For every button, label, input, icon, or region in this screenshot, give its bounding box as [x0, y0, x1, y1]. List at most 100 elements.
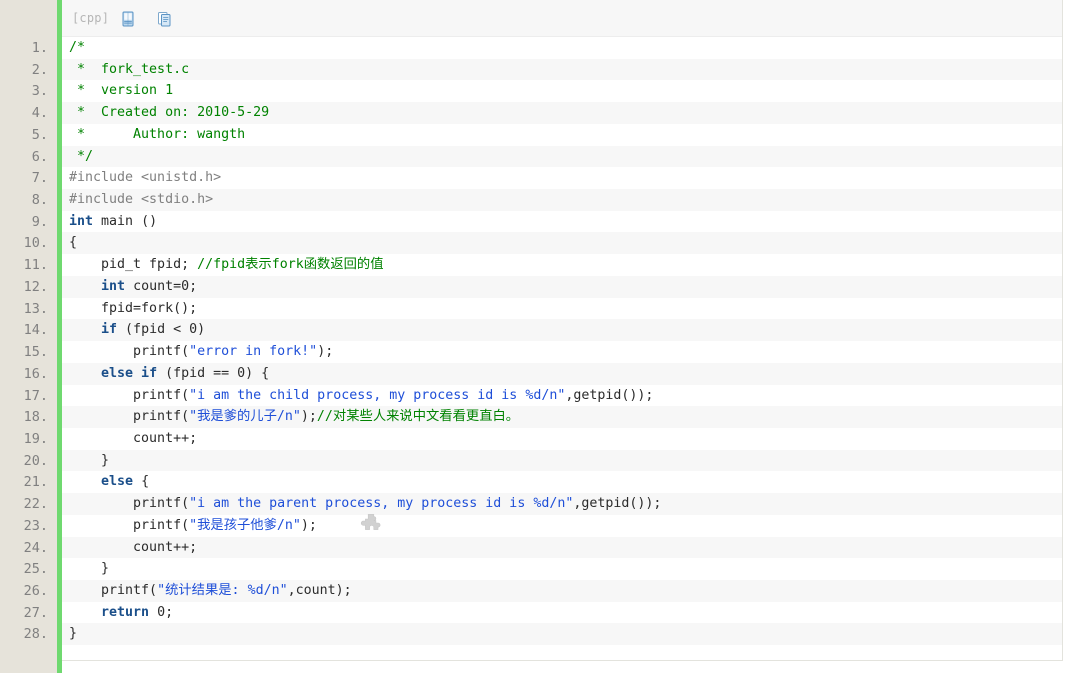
- line-number: 17.: [23, 387, 48, 404]
- code-line: pid_t fpid; //fpid表示fork函数返回的值: [62, 254, 1062, 276]
- line-number: 26.: [23, 582, 48, 599]
- code-line: int main (): [62, 211, 1062, 233]
- code-token-pl: }: [69, 452, 110, 468]
- code-token-kw: int: [69, 213, 94, 229]
- code-line: printf("统计结果是: %d/n",count);: [62, 579, 1062, 602]
- code-token-kw: else: [101, 474, 134, 490]
- code-lines: /* * fork_test.c * version 1 * Created o…: [62, 37, 1062, 646]
- code-line: /*: [62, 37, 1062, 59]
- code-token-pl: printf(: [69, 582, 158, 598]
- code-line: return 0;: [62, 602, 1062, 624]
- line-number: 12.: [23, 278, 48, 295]
- line-number: 19.: [23, 430, 48, 447]
- line-number: 5.: [31, 126, 48, 143]
- code-line: printf("我是孩子他爹/n");: [62, 515, 1062, 537]
- code-line: printf("i am the parent process, my proc…: [62, 493, 1062, 515]
- code-line: printf("i am the child process, my proce…: [62, 385, 1062, 407]
- code-token-pl: ,count);: [287, 582, 352, 598]
- code-token-pp: #include <stdio.h>: [69, 192, 214, 208]
- code-token-pl: printf(: [69, 387, 190, 403]
- code-line: * version 1: [62, 80, 1062, 102]
- code-token-pl: 0;: [149, 604, 174, 620]
- code-token-pl: }: [69, 561, 110, 577]
- code-token-st: "i am the child process, my process id i…: [189, 387, 566, 403]
- code-token-pl: main (): [93, 213, 158, 229]
- code-line: if (fpid < 0): [62, 319, 1062, 342]
- code-token-cm: //fpid表示fork函数返回的值: [197, 257, 384, 273]
- copy-to-clipboard-icon[interactable]: [155, 10, 173, 28]
- code-line: {: [62, 232, 1062, 255]
- line-number: 6.: [31, 148, 48, 165]
- line-number: 15.: [23, 344, 48, 361]
- code-token-pl: (fpid < 0): [117, 322, 206, 338]
- code-viewer-page: 1. 2. 3. 4. 5. 6. 7. 8. 9. 10. 11. 12. 13. 14. 15. 16. 1…: [0, 0, 1077, 673]
- line-number: 4.: [31, 105, 48, 122]
- code-line: count++;: [62, 428, 1062, 450]
- line-number: 18.: [23, 409, 48, 426]
- line-number: 13.: [23, 300, 48, 317]
- code-line: else {: [62, 471, 1062, 493]
- code-token-pl: printf(: [69, 344, 190, 360]
- code-token-pl: count++;: [69, 430, 198, 446]
- code-token-kw: return: [101, 604, 150, 620]
- line-number: 21.: [23, 474, 48, 491]
- code-token-pl: }: [69, 626, 78, 642]
- line-number: 11.: [23, 257, 48, 274]
- line-number: 10.: [23, 235, 48, 252]
- code-line: fpid=fork();: [62, 298, 1062, 320]
- code-token-pl: pid_t fpid;: [69, 257, 198, 273]
- code-line: }: [62, 623, 1062, 646]
- code-token-cm: * Author: wangth: [69, 126, 246, 142]
- line-number-gutter: 1. 2. 3. 4. 5. 6. 7. 8. 9. 10. 11. 12. 13. 14. 15. 16. 1…: [0, 0, 62, 673]
- code-line: int count=0;: [62, 275, 1062, 298]
- code-token-pl: count=0;: [125, 278, 198, 294]
- line-number: 24.: [23, 539, 48, 556]
- line-number: 1.: [31, 40, 48, 56]
- code-token-pl: {: [133, 474, 150, 490]
- code-line: printf("我是爹的儿子/n");//对某些人来说中文看看更直白。: [62, 406, 1062, 428]
- code-line: #include <stdio.h>: [62, 189, 1062, 211]
- code-line: count++;: [62, 536, 1062, 559]
- code-line: * Created on: 2010-5-29: [62, 102, 1062, 124]
- line-number: 16.: [23, 365, 48, 382]
- line-number: 2.: [31, 61, 48, 78]
- line-number: 27.: [23, 604, 48, 621]
- line-number: 7.: [31, 170, 48, 187]
- line-number: 9.: [31, 213, 48, 230]
- code-token-pl: );: [300, 409, 317, 425]
- code-panel: [cpp] /* * fork_test.c * version 1 * Cre…: [62, 0, 1063, 661]
- code-token-pp: #include <unistd.h>: [69, 170, 222, 186]
- code-token-cm: */: [69, 148, 94, 164]
- view-plain-icon[interactable]: [119, 10, 137, 28]
- line-number-list: 1. 2. 3. 4. 5. 6. 7. 8. 9. 10. 11. 12. 13. 14. 15. 16. 1…: [0, 38, 57, 646]
- code-token-cm: /*: [69, 40, 86, 55]
- code-line: }: [62, 558, 1062, 580]
- code-token-kw: int: [101, 278, 126, 294]
- code-token-kw: if: [101, 322, 118, 338]
- code-token-pl: printf(: [69, 517, 190, 533]
- line-number: 20.: [23, 452, 48, 469]
- code-token-st: "我是孩子他爹/n": [189, 517, 301, 533]
- code-line: else if (fpid == 0) {: [62, 362, 1062, 385]
- code-token-cm: //对某些人来说中文看看更直白。: [316, 409, 520, 425]
- code-line: * fork_test.c: [62, 58, 1062, 81]
- code-line: */: [62, 145, 1062, 168]
- code-token-st: "error in fork!": [189, 344, 318, 360]
- code-token-cm: * Created on: 2010-5-29: [69, 105, 270, 121]
- line-number: 14.: [23, 322, 48, 339]
- code-token-pl: (fpid == 0) {: [157, 365, 270, 381]
- code-token-pl: printf(: [69, 496, 190, 512]
- line-number: 25.: [23, 561, 48, 578]
- code-token-pl: printf(: [69, 409, 190, 425]
- code-token-pl: ,getpid());: [565, 387, 654, 403]
- code-token-cm: * fork_test.c: [69, 61, 190, 77]
- code-token-pl: fpid=fork();: [69, 300, 198, 316]
- code-toolbar: [cpp]: [62, 0, 1062, 37]
- code-line: }: [62, 449, 1062, 472]
- code-token-pl: ,getpid());: [573, 496, 662, 512]
